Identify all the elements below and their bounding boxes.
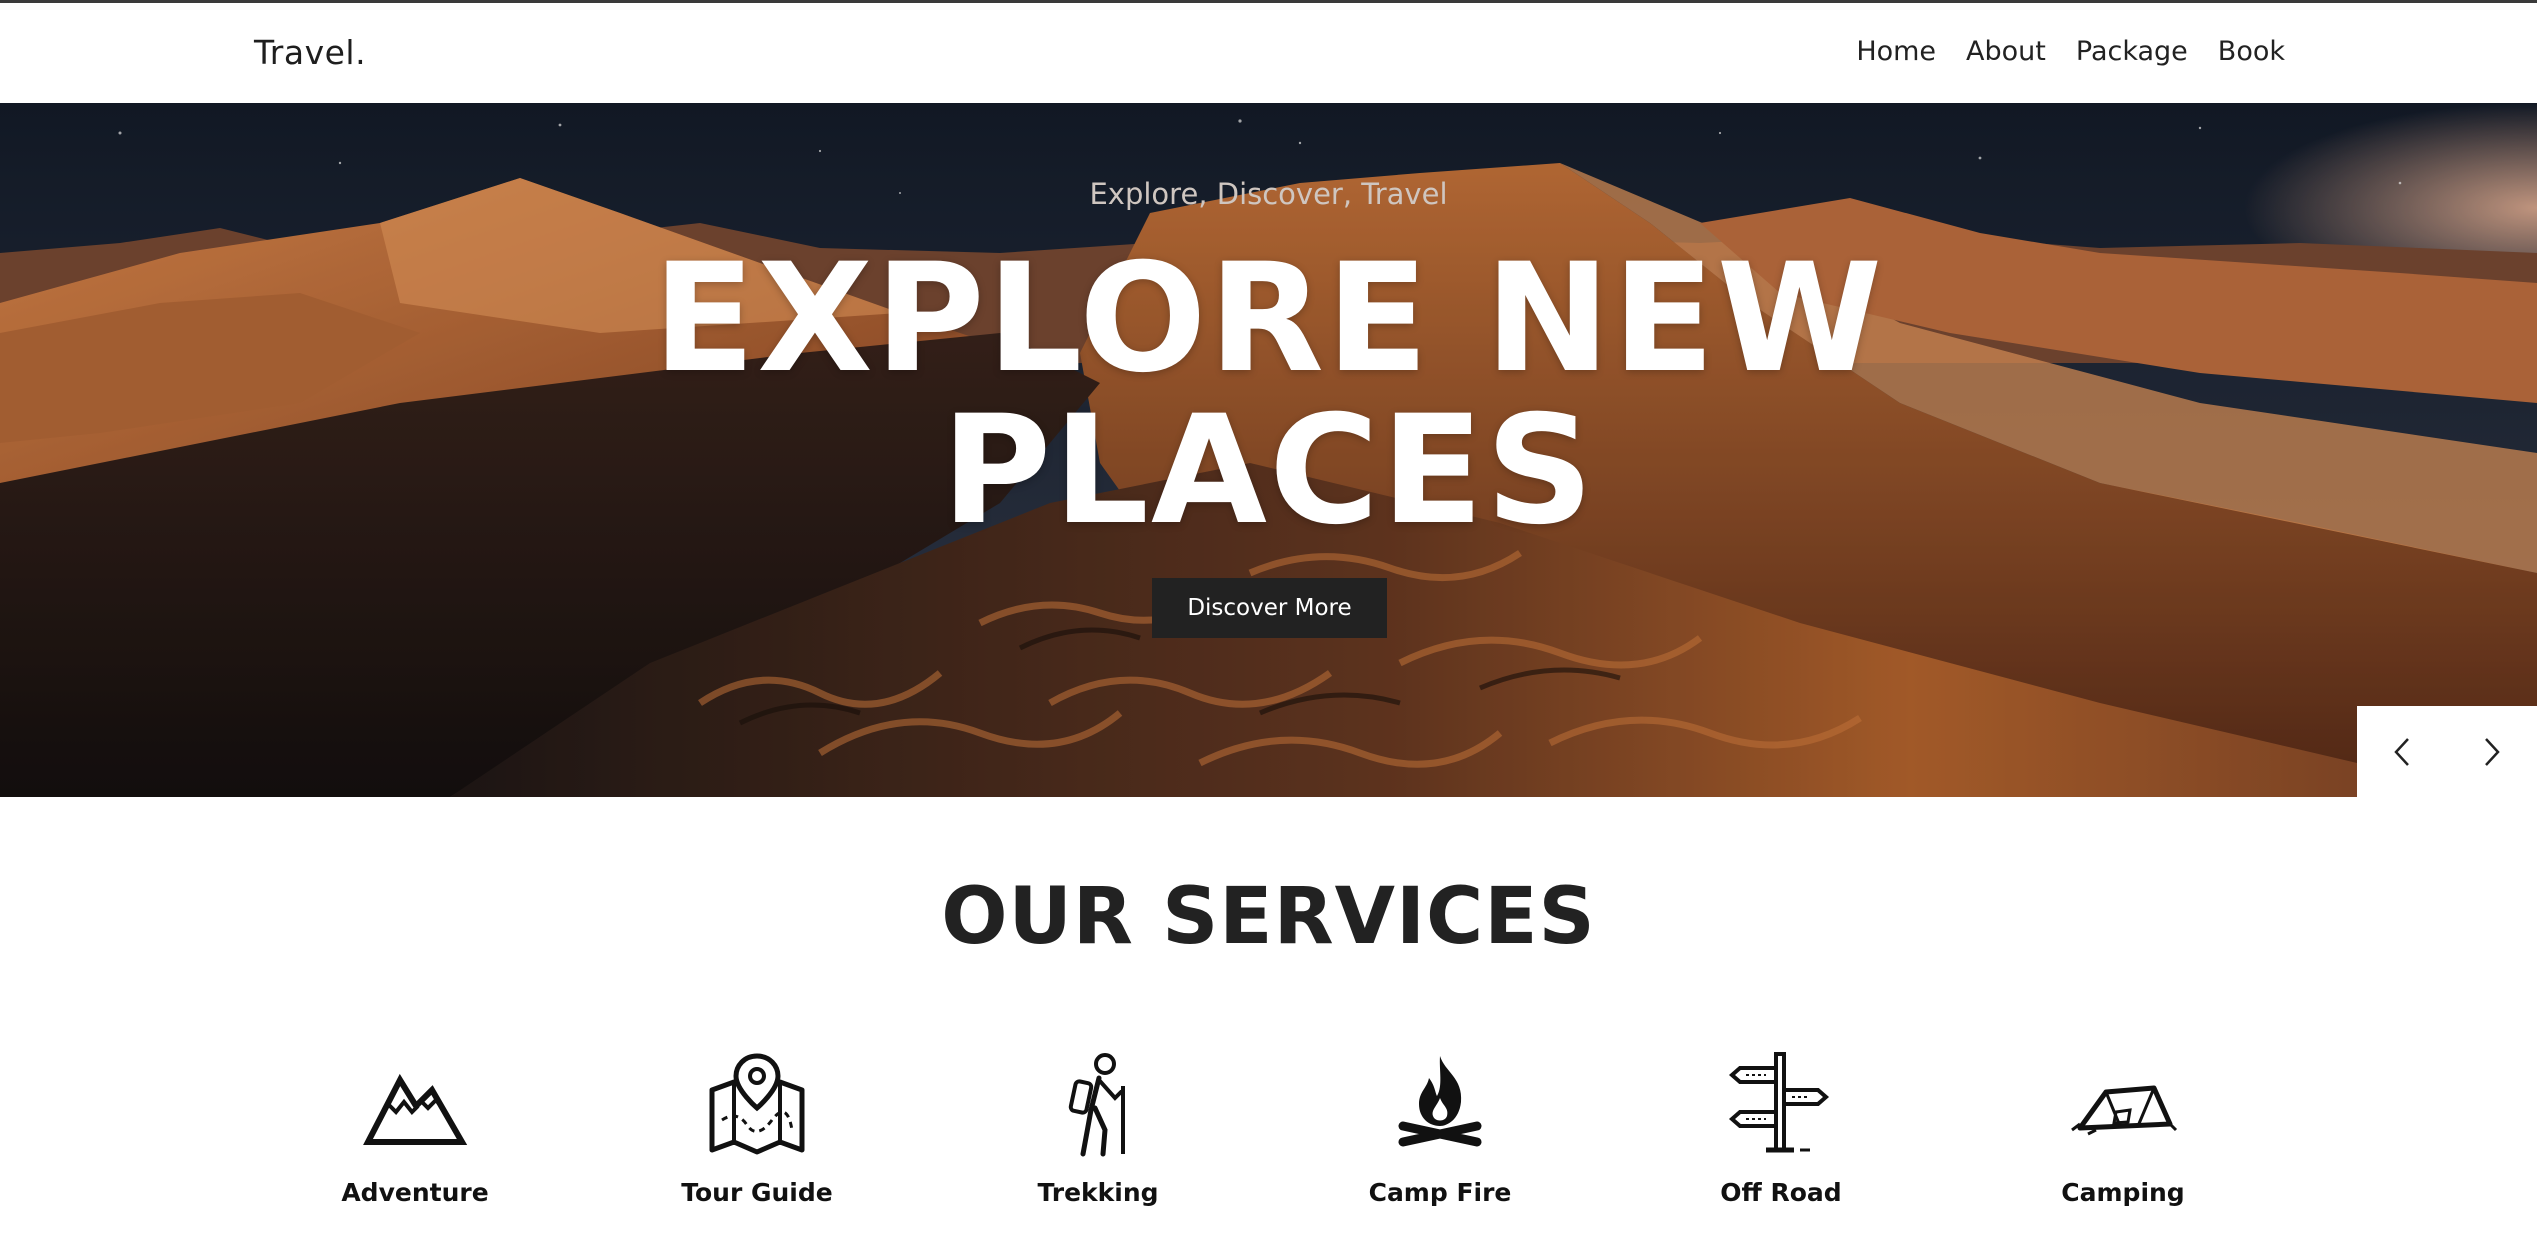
- hero-section: Explore, Discover, Travel EXPLORE NEW PL…: [0, 103, 2537, 797]
- map-pin-icon: [709, 1053, 805, 1155]
- service-camp-fire[interactable]: Camp Fire: [1320, 1050, 1560, 1207]
- mountain-icon: [363, 1073, 468, 1145]
- service-camping[interactable]: Camping: [2003, 1050, 2243, 1207]
- discover-more-button[interactable]: Discover More: [1152, 578, 1387, 638]
- hero-title-line-2: PLACES: [941, 384, 1596, 558]
- brand-logo[interactable]: Travel.: [254, 33, 366, 72]
- service-label: Adventure: [341, 1178, 489, 1207]
- slider-prev-button[interactable]: [2357, 706, 2447, 797]
- tent-icon: [2071, 1085, 2178, 1136]
- nav-link-about[interactable]: About: [1966, 36, 2046, 67]
- service-tour-guide[interactable]: Tour Guide: [637, 1050, 877, 1207]
- nav-link-home[interactable]: Home: [1856, 36, 1936, 67]
- signpost-icon: [1728, 1052, 1830, 1153]
- service-label: Off Road: [1720, 1178, 1842, 1207]
- nav-links: Home About Package Book: [1856, 36, 2285, 67]
- slider-controls: [2357, 706, 2537, 797]
- navbar: Travel. Home About Package Book: [0, 3, 2537, 103]
- chevron-right-icon: [2485, 737, 2500, 766]
- service-off-road[interactable]: Off Road: [1661, 1050, 1901, 1207]
- nav-link-package[interactable]: Package: [2076, 36, 2188, 67]
- service-label: Trekking: [1037, 1178, 1159, 1207]
- services-title: OUR SERVICES: [941, 872, 1596, 962]
- service-adventure[interactable]: Adventure: [295, 1050, 535, 1207]
- nav-link-book[interactable]: Book: [2218, 36, 2285, 67]
- hiker-icon: [1068, 1053, 1125, 1157]
- service-label: Camp Fire: [1368, 1178, 1512, 1207]
- chevron-left-icon: [2394, 737, 2409, 766]
- service-trekking[interactable]: Trekking: [978, 1050, 1218, 1207]
- service-label: Camping: [2061, 1178, 2185, 1207]
- hero-title-line-1: EXPLORE NEW: [652, 232, 1885, 406]
- service-label: Tour Guide: [681, 1178, 833, 1207]
- campfire-icon: [1398, 1056, 1482, 1147]
- slider-next-button[interactable]: [2447, 706, 2537, 797]
- hero-subtitle: Explore, Discover, Travel: [1089, 177, 1448, 211]
- hero-title: EXPLORE NEW PLACES: [0, 243, 2537, 547]
